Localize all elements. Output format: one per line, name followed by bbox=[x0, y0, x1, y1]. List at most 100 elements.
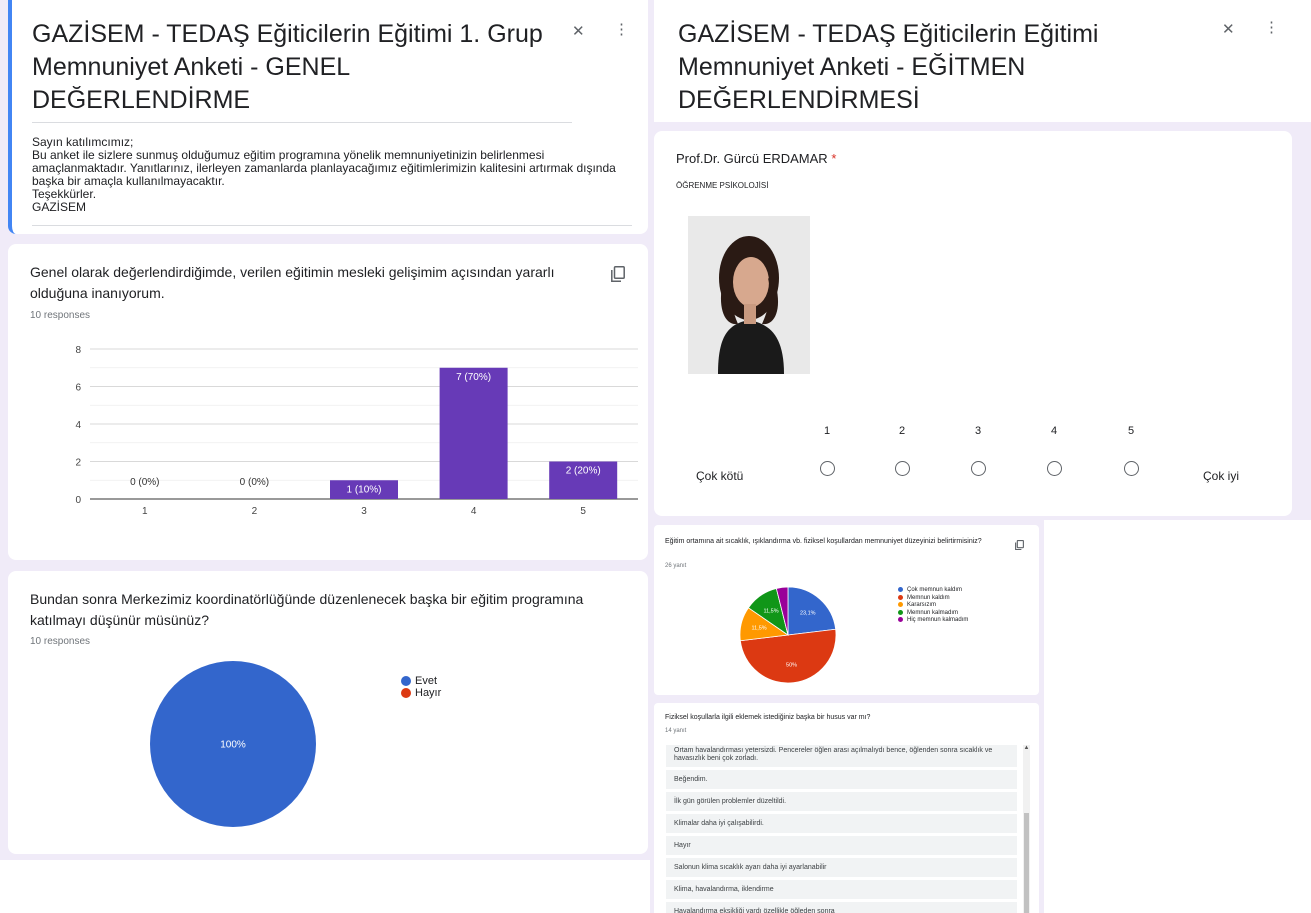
legend-swatch bbox=[401, 676, 411, 687]
scale-number-label: 3 bbox=[974, 425, 982, 437]
bar-data-label: 0 (0%) bbox=[240, 477, 269, 488]
pie-slice-label: 11,5% bbox=[763, 608, 778, 614]
response-item: Beğendim. bbox=[666, 770, 1017, 789]
trainer-photo bbox=[688, 216, 810, 374]
rating-radio-4[interactable] bbox=[1047, 461, 1062, 476]
left-form-header-card: GAZİSEM - TEDAŞ Eğiticilerin Eğitimi 1. … bbox=[8, 0, 648, 234]
left-form-description: Sayın katılımcımız; Bu anket ile sizlere… bbox=[32, 136, 632, 214]
legend-swatch bbox=[898, 617, 903, 623]
x-tick-label: 3 bbox=[361, 506, 367, 517]
bar-data-label: 1 (10%) bbox=[346, 484, 381, 495]
y-tick-label: 0 bbox=[75, 495, 81, 506]
description-line-body: Bu anket ile sizlere sunmuş olduğumuz eğ… bbox=[32, 148, 616, 188]
legend-entry: Hiç memnun kalmadım bbox=[898, 617, 968, 625]
response-item: Havalandırma eksikliği vardı özellikle ö… bbox=[666, 902, 1017, 913]
q2-question-text: Bundan sonra Merkezimiz koordinatörlüğün… bbox=[30, 591, 584, 628]
rating-radio-3[interactable] bbox=[971, 461, 986, 476]
right-form-header-card: GAZİSEM - TEDAŞ Eğiticilerin Eğitimi Mem… bbox=[654, 0, 1300, 122]
response-item: İlk gün görülen problemler düzeltildi. bbox=[666, 792, 1017, 811]
q4-response-count: 14 yanıt bbox=[665, 728, 687, 734]
rating-radio-5[interactable] bbox=[1124, 461, 1139, 476]
more-vert-icon-right[interactable]: ⋮ bbox=[1264, 18, 1279, 36]
q3-question-text: Eğitim ortamına ait sıcaklık, ışıklandır… bbox=[665, 538, 982, 545]
response-item: Salonun klima sıcaklık ayarı daha iyi ay… bbox=[666, 858, 1017, 877]
trainer-topic: ÖĞRENME PSİKOLOJİSİ bbox=[676, 181, 769, 190]
legend-entry: Çok memnun kaldım bbox=[898, 587, 968, 595]
scale-number-label: 2 bbox=[898, 425, 906, 437]
left-form-title: GAZİSEM - TEDAŞ Eğiticilerin Eğitimi 1. … bbox=[32, 20, 543, 114]
q3-response-count: 26 yanıt bbox=[665, 563, 687, 569]
response-item: Hayır bbox=[666, 836, 1017, 855]
required-mark: * bbox=[831, 151, 837, 166]
legend-swatch bbox=[898, 602, 903, 608]
scale-number-label: 1 bbox=[823, 425, 831, 437]
q4-responses-card: Fiziksel koşullarla ilgili eklemek isted… bbox=[654, 703, 1039, 913]
description-line-thanks: Teşekkürler. bbox=[32, 187, 97, 201]
y-tick-label: 2 bbox=[75, 458, 81, 469]
legend-label: Memnun kalmadım bbox=[907, 609, 959, 616]
scale-low-label: Çok kötü bbox=[696, 469, 744, 483]
bar-data-label: 2 (20%) bbox=[566, 466, 601, 477]
right-form-title: GAZİSEM - TEDAŞ Eğiticilerin Eğitimi Mem… bbox=[678, 20, 1099, 114]
legend-entry: Memnun kaldım bbox=[898, 594, 968, 603]
legend-entry: Evet bbox=[401, 675, 441, 687]
description-underline bbox=[32, 225, 632, 226]
trainer-name: Prof.Dr. Gürcü ERDAMAR * bbox=[676, 151, 836, 166]
rating-radio-2[interactable] bbox=[895, 461, 910, 476]
q4-question-text: Fiziksel koşullarla ilgili eklemek isted… bbox=[665, 714, 871, 721]
legend-swatch bbox=[401, 688, 411, 699]
copy-icon-q3[interactable] bbox=[1015, 537, 1024, 551]
y-tick-label: 6 bbox=[75, 383, 81, 394]
copy-icon[interactable] bbox=[611, 266, 625, 282]
q1-bar-chart: 0 2 4 6 8 0 (0%) 1 0 (0%) 2 1 (10%) 3 7 (70%) 4 2 (20… bbox=[75, 345, 638, 517]
pie-slice-label: 100% bbox=[220, 739, 246, 750]
x-tick-label: 5 bbox=[580, 506, 586, 517]
response-item: Klima, havalandırma, iklendirme bbox=[666, 880, 1017, 899]
q3-summary-card: Eğitim ortamına ait sıcaklık, ışıklandır… bbox=[654, 525, 1039, 695]
legend-entry: Kararsızım bbox=[898, 602, 968, 610]
x-tick-label: 4 bbox=[471, 506, 477, 517]
legend-swatch bbox=[898, 587, 903, 592]
response-item: Ortam havalandırması yetersizdi. Pencere… bbox=[666, 745, 1017, 767]
pie-slice-label: 50% bbox=[786, 662, 797, 668]
legend-swatch bbox=[898, 609, 903, 615]
legend-label: Hiç memnun kalmadım bbox=[907, 617, 969, 624]
q4-response-list: Ortam havalandırması yetersizdi. Pencere… bbox=[654, 745, 1039, 913]
rating-radio-1[interactable] bbox=[820, 461, 835, 476]
more-vert-icon[interactable]: ⋮ bbox=[614, 20, 629, 38]
description-line-signature: GAZİSEM bbox=[32, 200, 87, 214]
bar bbox=[439, 367, 508, 499]
q3-pie-legend: Çok memnun kaldım Memnun kaldım Kararsızım… bbox=[898, 587, 968, 625]
scale-number-label: 5 bbox=[1127, 425, 1135, 437]
response-list-scrollbar[interactable]: ▲ bbox=[1023, 745, 1030, 913]
trainer-rating-card: Prof.Dr. Gürcü ERDAMAR * ÖĞRENME PSİKOLO… bbox=[654, 131, 1292, 516]
q2-summary-card: Bundan sonra Merkezimiz koordinatörlüğün… bbox=[8, 571, 648, 854]
x-tick-label: 2 bbox=[252, 506, 258, 517]
legend-label: Memnun kaldım bbox=[907, 594, 950, 601]
q2-pie-chart: 100% bbox=[150, 661, 316, 827]
response-item: Klimalar daha iyi çalışabilirdi. bbox=[666, 814, 1017, 833]
q3-pie-chart: 23,1% 50% 11,5% 11,5% bbox=[739, 586, 837, 684]
y-tick-label: 8 bbox=[75, 345, 81, 356]
legend-label: Çok memnun kaldım bbox=[907, 587, 963, 594]
legend-label: Hayır bbox=[415, 687, 442, 699]
q2-pie-legend: Evet Hayır bbox=[401, 675, 441, 699]
q1-question-text: Genel olarak değerlendirdiğimde, verilen… bbox=[30, 264, 555, 301]
legend-swatch bbox=[898, 594, 903, 600]
q1-response-count: 10 responses bbox=[30, 310, 91, 321]
legend-entry: Memnun kalmadım bbox=[898, 609, 968, 618]
scroll-up-arrow[interactable]: ▲ bbox=[1023, 745, 1030, 753]
left-title-underline bbox=[32, 122, 572, 123]
collapse-icon[interactable]: ✕ bbox=[572, 22, 585, 40]
pie-slice-label: 23,1% bbox=[800, 611, 816, 617]
bar-data-label: 0 (0%) bbox=[130, 477, 159, 488]
trainer-name-text: Prof.Dr. Gürcü ERDAMAR bbox=[676, 151, 828, 166]
bar-data-label: 7 (70%) bbox=[456, 372, 491, 383]
scrollbar-thumb[interactable] bbox=[1024, 813, 1029, 913]
scale-number-label: 4 bbox=[1050, 425, 1058, 437]
scale-high-label: Çok iyi bbox=[1203, 469, 1240, 483]
q2-response-count: 10 responses bbox=[30, 636, 91, 647]
collapse-icon-right[interactable]: ✕ bbox=[1222, 20, 1235, 38]
legend-entry: Hayır bbox=[401, 687, 441, 699]
pie-slice-label: 11,5% bbox=[752, 626, 767, 632]
